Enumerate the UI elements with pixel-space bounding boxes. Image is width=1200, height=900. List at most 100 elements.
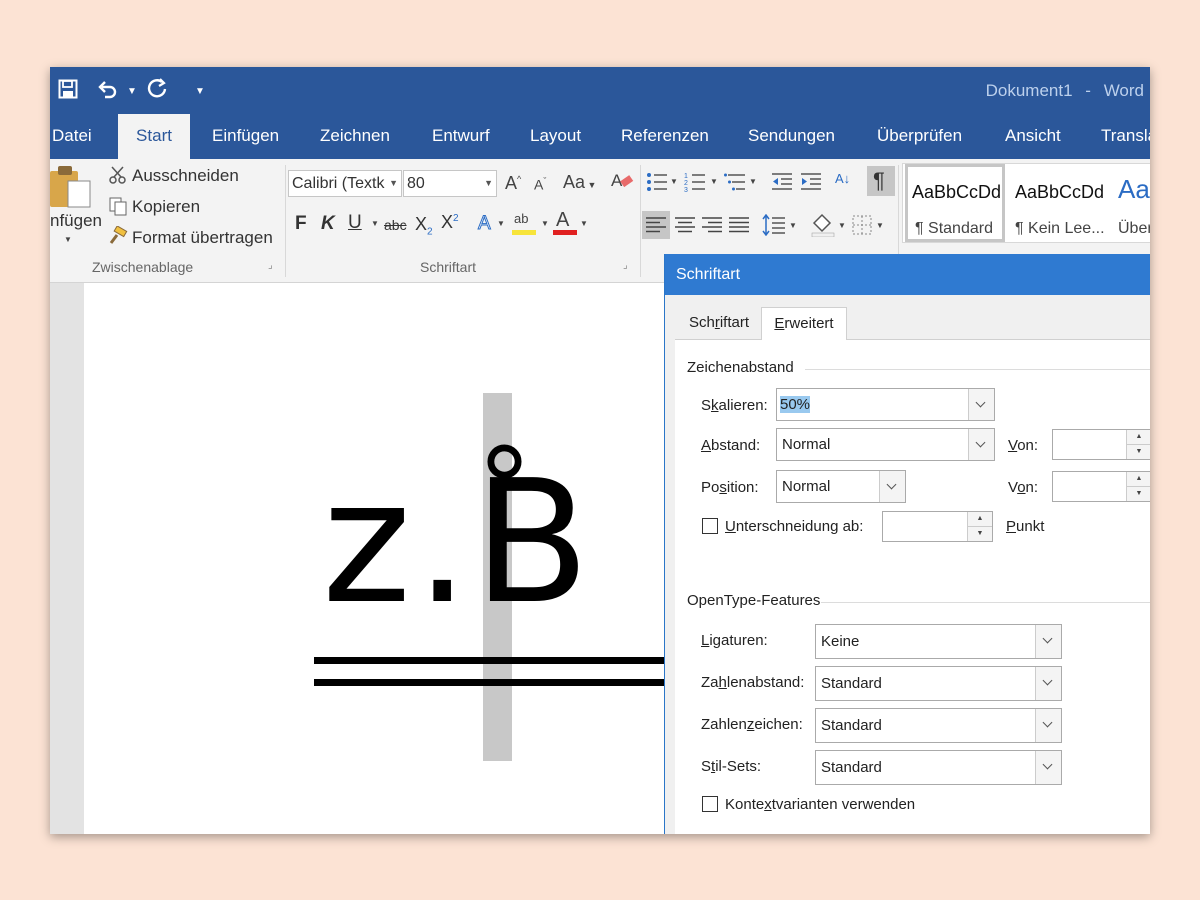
spin-up-icon[interactable]: ▲ <box>968 512 992 527</box>
align-left-button[interactable] <box>642 211 670 239</box>
spin-up-icon[interactable]: ▲ <box>1127 430 1150 445</box>
number-spacing-dropdown[interactable]: Standard <box>815 666 1062 701</box>
kerning-checkbox[interactable] <box>702 518 718 534</box>
text-effects-dropdown-icon[interactable]: ▼ <box>497 219 505 228</box>
redo-icon[interactable] <box>147 78 169 100</box>
strikethrough-button[interactable]: abc <box>384 217 407 233</box>
paste-button[interactable]: nfügen <box>50 211 102 231</box>
save-icon[interactable] <box>58 79 78 99</box>
undo-icon[interactable] <box>97 78 119 100</box>
spacing-dropdown-button[interactable] <box>968 429 994 460</box>
stylistic-sets-dropdown[interactable]: Standard <box>815 750 1062 785</box>
stylistic-sets-dropdown-button[interactable] <box>1035 751 1061 784</box>
tab-ueberpruefen[interactable]: Überprüfen <box>877 114 962 159</box>
change-case-button[interactable]: Aa ▼ <box>563 172 596 193</box>
align-center-icon[interactable] <box>675 217 695 233</box>
spin-up-icon[interactable]: ▲ <box>1127 472 1150 487</box>
clear-formatting-icon[interactable]: A <box>610 169 634 193</box>
numbering-dropdown-icon[interactable]: ▼ <box>710 177 718 186</box>
number-forms-dropdown-button[interactable] <box>1035 709 1061 742</box>
style-standard[interactable]: AaBbCcDd ¶ Standard <box>905 164 1005 242</box>
highlight-button[interactable]: ab <box>512 211 538 237</box>
font-launcher-icon[interactable]: ⌟ <box>623 260 628 271</box>
tab-sendungen[interactable]: Sendungen <box>748 114 835 159</box>
clipboard-launcher-icon[interactable]: ⌟ <box>268 260 273 271</box>
highlight-dropdown-icon[interactable]: ▼ <box>541 219 549 228</box>
position-dropdown-button[interactable] <box>879 471 905 502</box>
underline-button[interactable]: U <box>348 212 362 234</box>
font-name-combo[interactable]: Calibri (Textk ▼ <box>288 170 402 197</box>
spin-down-icon[interactable]: ▼ <box>1127 445 1150 459</box>
tab-start[interactable]: Start <box>118 114 190 159</box>
copy-button[interactable]: Kopieren <box>132 197 200 217</box>
scale-dropdown-button[interactable] <box>968 389 994 420</box>
font-color-dropdown-icon[interactable]: ▼ <box>580 219 588 228</box>
ligatures-dropdown[interactable]: Keine <box>815 624 1062 659</box>
font-dialog: Schriftart Schriftart Erweitert Zeichena… <box>664 254 1150 834</box>
sort-button[interactable]: A↓ <box>835 171 850 186</box>
tab-zeichnen[interactable]: Zeichnen <box>320 114 390 159</box>
numbering-icon[interactable]: 1 2 3 <box>684 171 706 193</box>
tab-datei[interactable]: Datei <box>52 114 92 159</box>
shading-dropdown-icon[interactable]: ▼ <box>838 221 846 230</box>
document-text: z.B <box>322 444 594 642</box>
number-spacing-value: Standard <box>821 675 882 692</box>
contextual-alternates-checkbox[interactable] <box>702 796 718 812</box>
shading-icon[interactable] <box>810 213 836 237</box>
increase-indent-icon[interactable] <box>799 171 823 193</box>
paste-icon[interactable] <box>50 163 94 209</box>
text-effects-button[interactable]: A <box>478 213 492 235</box>
spin-down-icon[interactable]: ▼ <box>1127 487 1150 501</box>
line-spacing-icon[interactable] <box>762 214 786 236</box>
cut-button[interactable]: Ausschneiden <box>132 166 239 186</box>
spacing-dropdown[interactable]: Normal <box>776 428 995 461</box>
position-by-spinner[interactable]: ▲ ▼ <box>1052 471 1150 502</box>
tab-erweitert[interactable]: Erweitert <box>761 307 847 340</box>
justify-icon[interactable] <box>729 217 749 233</box>
tab-entwurf[interactable]: Entwurf <box>432 114 490 159</box>
underline-dropdown-icon[interactable]: ▼ <box>371 219 379 228</box>
spacing-by-spinner[interactable]: ▲ ▼ <box>1052 429 1150 460</box>
tab-translate[interactable]: Transla <box>1101 114 1150 159</box>
bullets-dropdown-icon[interactable]: ▼ <box>670 177 678 186</box>
spin-down-icon[interactable]: ▼ <box>968 527 992 541</box>
number-forms-value: Standard <box>821 717 882 734</box>
multilevel-dropdown-icon[interactable]: ▼ <box>749 177 757 186</box>
multilevel-list-icon[interactable] <box>724 171 746 193</box>
tab-einfuegen[interactable]: Einfügen <box>212 114 279 159</box>
tab-ansicht[interactable]: Ansicht <box>1005 114 1061 159</box>
format-painter-button[interactable]: Format übertragen <box>132 228 273 248</box>
shrink-font-button[interactable]: Aˇ <box>534 176 546 193</box>
style-no-spacing[interactable]: AaBbCcDd ¶ Kein Lee... <box>1009 164 1113 242</box>
undo-dropdown-icon[interactable]: ▼ <box>127 79 137 105</box>
bullets-icon[interactable] <box>646 171 668 193</box>
borders-icon[interactable] <box>852 215 872 235</box>
font-color-button[interactable]: A <box>553 209 579 237</box>
decrease-indent-icon[interactable] <box>770 171 794 193</box>
number-spacing-dropdown-button[interactable] <box>1035 667 1061 700</box>
number-forms-dropdown[interactable]: Standard <box>815 708 1062 743</box>
show-marks-button[interactable]: ¶ <box>867 166 895 196</box>
superscript-button[interactable]: X2 <box>441 212 459 233</box>
line-spacing-dropdown-icon[interactable]: ▼ <box>789 221 797 230</box>
italic-button[interactable]: K <box>321 213 335 235</box>
grow-font-button[interactable]: A^ <box>505 173 521 194</box>
style-heading[interactable]: Aa Über <box>1115 164 1150 242</box>
position-dropdown[interactable]: Normal <box>776 470 906 503</box>
kerning-spinner[interactable]: ▲ ▼ <box>882 511 993 542</box>
font-size-combo[interactable]: 80 ▼ <box>403 170 497 197</box>
subscript-button[interactable]: X2 <box>415 214 433 238</box>
font-name-value: Calibri (Textk <box>292 175 385 192</box>
tab-layout[interactable]: Layout <box>530 114 581 159</box>
ligatures-dropdown-button[interactable] <box>1035 625 1061 658</box>
customize-qat-icon[interactable]: ▼ <box>195 79 205 105</box>
bold-button[interactable]: F <box>295 213 307 235</box>
group-separator <box>640 165 641 277</box>
scale-dropdown[interactable]: 50% <box>776 388 995 421</box>
title-bar: ▼ ▼ Dokument1 - Word <box>50 67 1150 114</box>
tab-referenzen[interactable]: Referenzen <box>621 114 709 159</box>
align-right-icon[interactable] <box>702 217 722 233</box>
borders-dropdown-icon[interactable]: ▼ <box>876 221 884 230</box>
tab-schriftart[interactable]: Schriftart <box>678 307 760 339</box>
paste-dropdown-icon[interactable]: ▼ <box>64 235 72 244</box>
